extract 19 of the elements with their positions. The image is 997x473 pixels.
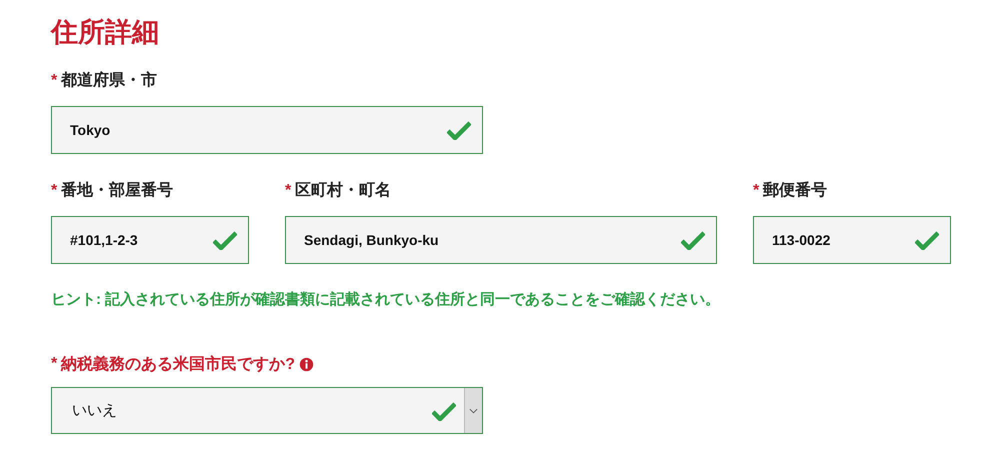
input-field[interactable]: Sendagi, Bunkyo-ku <box>285 216 717 264</box>
select-dropdown[interactable]: いいえ <box>51 387 483 434</box>
required-mark: * <box>285 181 292 201</box>
question-label: 納税義務のある米国市民ですか? <box>61 354 296 374</box>
input-field[interactable]: Tokyo <box>51 106 483 154</box>
required-mark: * <box>753 181 760 201</box>
field-label: 都道府県・市 <box>61 70 158 91</box>
chevron-icon <box>469 408 478 414</box>
info-icon[interactable] <box>299 356 314 372</box>
field-label: 区町村・町名 <box>295 180 392 201</box>
input-field[interactable]: #101,1-2-3 <box>51 216 249 264</box>
required-mark: * <box>51 71 58 91</box>
field-label: 番地・部屋番号 <box>61 180 174 201</box>
field-label: 郵便番号 <box>763 180 828 201</box>
required-mark: * <box>51 355 58 373</box>
input-field[interactable]: 113-0022 <box>753 216 951 264</box>
section-title: 住所詳細 <box>51 16 160 49</box>
required-mark: * <box>51 181 58 201</box>
hint-text: ヒント: 記入されている住所が確認書類に記載されている住所と同一であることをご確認ください。 <box>51 290 722 309</box>
